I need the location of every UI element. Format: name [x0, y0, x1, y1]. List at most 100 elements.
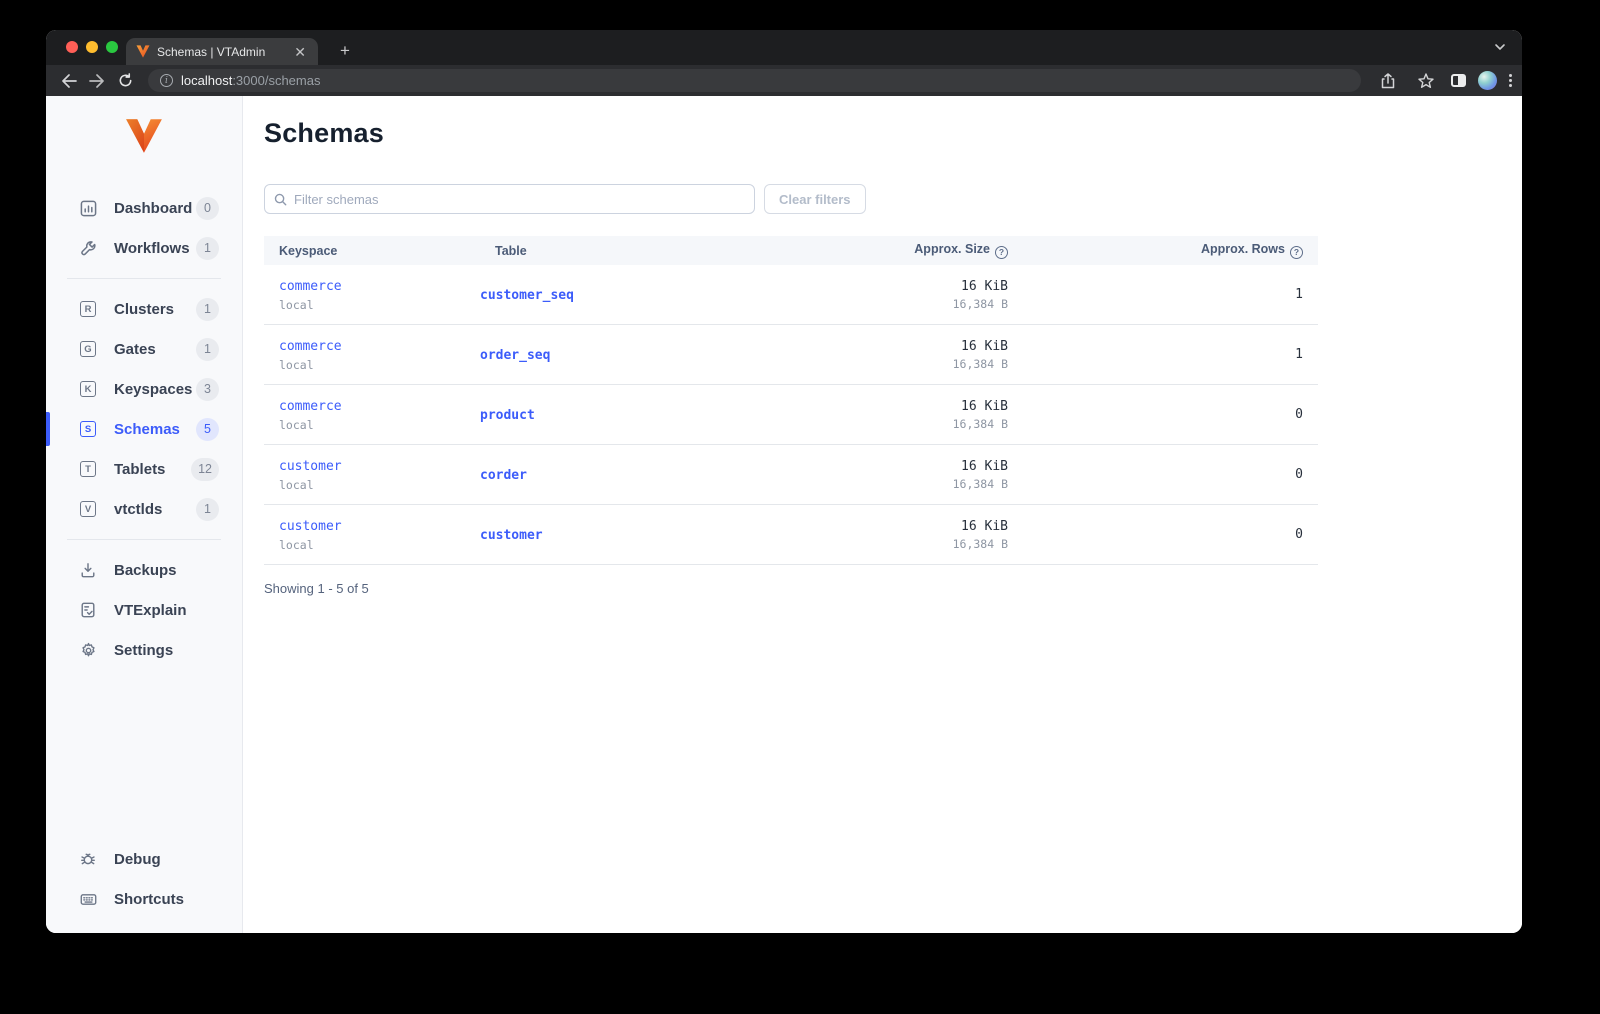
sidebar-item-shortcuts[interactable]: Shortcuts — [46, 879, 242, 919]
sidebar-item-clusters[interactable]: R Clusters 1 — [46, 289, 242, 329]
share-icon[interactable] — [1375, 69, 1401, 93]
sidebar-item-settings[interactable]: Settings — [46, 630, 242, 670]
side-panel-icon[interactable] — [1451, 74, 1466, 87]
tab-close-icon[interactable]: ✕ — [290, 43, 310, 61]
desktop-background: Schemas | VTAdmin ✕ + i localhost:3000/s… — [0, 0, 1600, 1014]
sidebar-item-label: vtctlds — [114, 500, 163, 518]
rows-value: 0 — [1295, 467, 1303, 482]
sidebar-nav: Dashboard 0 Workflows 1 R Clusters 1 G G… — [46, 188, 242, 670]
rows-cell: 1 — [1018, 287, 1318, 302]
gate-letter-icon: G — [79, 340, 97, 358]
rows-cell: 0 — [1018, 407, 1318, 422]
url-path: :3000/schemas — [232, 73, 321, 88]
keyspace-cell: customer local — [264, 457, 480, 492]
vtctld-letter-icon: V — [79, 500, 97, 518]
address-bar[interactable]: i localhost:3000/schemas — [148, 69, 1361, 92]
size-cell: 16 KiB 16,384 B — [688, 519, 1018, 551]
rows-cell: 0 — [1018, 467, 1318, 482]
keyspace-link[interactable]: customer — [279, 519, 342, 534]
sidebar-badge: 12 — [191, 457, 219, 481]
vitess-logo[interactable] — [125, 114, 163, 158]
bookmark-star-icon[interactable] — [1413, 69, 1439, 93]
sidebar-divider — [67, 539, 221, 540]
size-help-icon[interactable]: ? — [995, 245, 1008, 259]
gear-icon — [79, 641, 97, 659]
table-row: customer local corder 16 KiB 16,384 B 0 — [264, 445, 1318, 505]
active-indicator — [46, 412, 50, 446]
table-link[interactable]: product — [480, 408, 535, 423]
filter-schemas-input[interactable] — [294, 191, 745, 207]
column-header-table: Table — [495, 243, 527, 258]
table-header-row: Keyspace Table Approx. Size? Approx. Row… — [264, 236, 1318, 265]
size-value: 16 KiB — [961, 338, 1008, 354]
table-cell: corder — [480, 466, 688, 484]
sidebar-item-schemas[interactable]: S Schemas 5 — [46, 409, 242, 449]
minimize-window-button[interactable] — [86, 41, 98, 53]
rows-help-icon[interactable]: ? — [1290, 245, 1303, 259]
sidebar-item-backups[interactable]: Backups — [46, 550, 242, 590]
window-controls — [66, 41, 118, 53]
table-cell: customer_seq — [480, 286, 688, 304]
sidebar-item-workflows[interactable]: Workflows 1 — [46, 228, 242, 268]
sidebar-item-vtexplain[interactable]: VTExplain — [46, 590, 242, 630]
site-info-icon[interactable]: i — [160, 74, 173, 87]
sidebar-item-label: Schemas — [114, 420, 180, 438]
sidebar-divider — [67, 278, 221, 279]
keyspace-cell: commerce local — [264, 397, 480, 432]
sidebar-item-keyspaces[interactable]: K Keyspaces 3 — [46, 369, 242, 409]
keyspace-cell: commerce local — [264, 337, 480, 372]
clear-filters-button[interactable]: Clear filters — [764, 184, 866, 214]
schemas-table: Keyspace Table Approx. Size? Approx. Row… — [264, 236, 1318, 596]
table-link[interactable]: corder — [480, 468, 527, 483]
sidebar-item-label: Backups — [114, 561, 177, 579]
sidebar-item-label: Gates — [114, 340, 156, 358]
table-link[interactable]: order_seq — [480, 348, 550, 363]
keyboard-icon — [79, 890, 97, 908]
new-tab-button[interactable]: + — [332, 40, 358, 62]
rows-value: 0 — [1295, 407, 1303, 422]
schema-letter-icon: S — [79, 420, 97, 438]
forward-button[interactable] — [84, 69, 110, 93]
reload-button[interactable] — [112, 69, 138, 93]
sidebar-item-label: VTExplain — [114, 601, 187, 619]
profile-avatar[interactable] — [1478, 71, 1497, 90]
tab-title: Schemas | VTAdmin — [157, 44, 266, 59]
document-check-icon — [79, 601, 97, 619]
keyspace-cell: customer local — [264, 517, 480, 552]
keyspace-link[interactable]: commerce — [279, 339, 342, 354]
size-bytes: 16,384 B — [952, 296, 1008, 311]
size-bytes: 16,384 B — [952, 536, 1008, 551]
browser-tab[interactable]: Schemas | VTAdmin ✕ — [126, 38, 318, 65]
vitess-favicon — [136, 45, 150, 58]
table-row: commerce local customer_seq 16 KiB 16,38… — [264, 265, 1318, 325]
size-cell: 16 KiB 16,384 B — [688, 459, 1018, 491]
url-text: localhost:3000/schemas — [181, 73, 320, 88]
cluster-label: local — [279, 418, 314, 432]
sidebar-item-debug[interactable]: Debug — [46, 839, 242, 879]
rows-value: 0 — [1295, 527, 1303, 542]
zoom-window-button[interactable] — [106, 41, 118, 53]
keyspace-link[interactable]: commerce — [279, 399, 342, 414]
table-cell: order_seq — [480, 346, 688, 364]
browser-menu-icon[interactable] — [1509, 74, 1512, 87]
page-title: Schemas — [264, 118, 384, 148]
size-value: 16 KiB — [961, 278, 1008, 294]
bug-icon — [79, 850, 97, 868]
tab-search-chevron-icon[interactable] — [1494, 40, 1506, 58]
close-window-button[interactable] — [66, 41, 78, 53]
sidebar-badge: 1 — [196, 297, 219, 321]
sidebar-item-label: Dashboard — [114, 199, 193, 217]
sidebar-item-tablets[interactable]: T Tablets 12 — [46, 449, 242, 489]
cluster-label: local — [279, 298, 314, 312]
table-link[interactable]: customer_seq — [480, 288, 574, 303]
browser-toolbar: i localhost:3000/schemas — [46, 65, 1522, 96]
keyspace-link[interactable]: customer — [279, 459, 342, 474]
keyspace-link[interactable]: commerce — [279, 279, 342, 294]
table-link[interactable]: customer — [480, 528, 543, 543]
sidebar-item-vtctlds[interactable]: V vtctlds 1 — [46, 489, 242, 529]
column-header-size: Approx. Size? — [688, 242, 1018, 259]
back-button[interactable] — [56, 69, 82, 93]
sidebar-item-dashboard[interactable]: Dashboard 0 — [46, 188, 242, 228]
sidebar-badge: 1 — [196, 236, 219, 260]
sidebar-item-gates[interactable]: G Gates 1 — [46, 329, 242, 369]
